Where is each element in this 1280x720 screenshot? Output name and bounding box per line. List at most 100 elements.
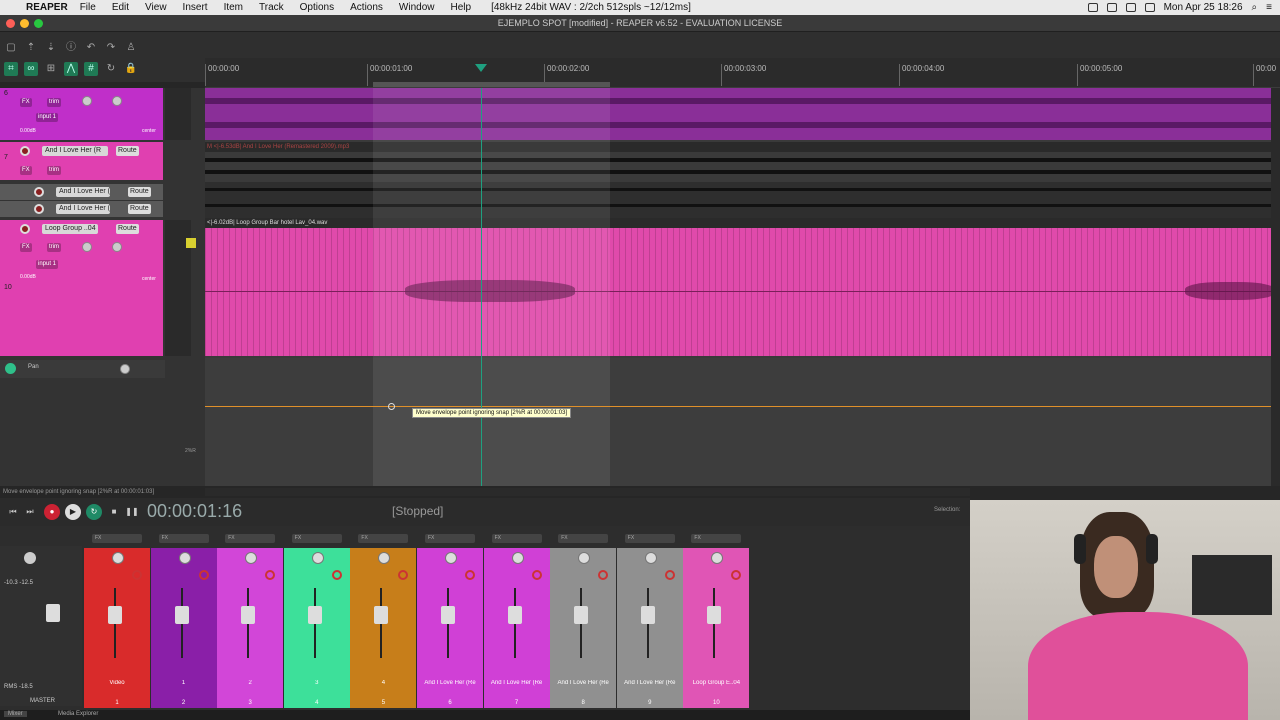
envelope-lane[interactable] xyxy=(205,358,1271,486)
fx-slot[interactable]: FX xyxy=(691,534,742,543)
record-arm-button[interactable] xyxy=(731,570,742,580)
route-button[interactable]: Route xyxy=(116,146,139,156)
volume-fader[interactable] xyxy=(507,606,522,624)
menu-help[interactable]: Help xyxy=(451,2,472,13)
track-name[interactable]: Loop Group ..04 xyxy=(42,224,98,234)
volume-fader[interactable] xyxy=(374,606,389,624)
pan-knob[interactable] xyxy=(445,552,457,564)
app-menu[interactable]: REAPER xyxy=(26,2,68,13)
pan-knob[interactable] xyxy=(178,552,191,564)
menu-actions[interactable]: Actions xyxy=(350,2,383,13)
track-6-lane[interactable] xyxy=(205,88,1271,140)
minimize-icon[interactable] xyxy=(20,19,29,28)
mixer-strip[interactable]: And I Love Her (Re xyxy=(550,548,617,698)
pan-knob[interactable] xyxy=(112,96,122,106)
strip-name[interactable]: And I Love Her (Re xyxy=(617,680,683,686)
pan-envelope-line[interactable] xyxy=(205,406,1271,407)
record-arm-button[interactable] xyxy=(20,224,30,234)
input-select[interactable]: input 1 xyxy=(36,113,59,122)
track-7-item-header[interactable]: M <|-6.53dB| And I Love Her (Remastered … xyxy=(205,142,1271,152)
volume-fader[interactable] xyxy=(307,606,322,624)
settings-icon[interactable]: ⓘ xyxy=(64,41,78,55)
mixer-strip[interactable]: 2 xyxy=(217,548,284,698)
strip-name[interactable]: 2 xyxy=(217,680,283,686)
clock[interactable]: Mon Apr 25 18:26 xyxy=(1164,2,1243,13)
fx-slot[interactable]: FX xyxy=(624,534,675,543)
menu-edit[interactable]: Edit xyxy=(112,2,129,13)
envelope-lane-header[interactable]: Pan xyxy=(0,360,165,378)
status-icon[interactable] xyxy=(1087,3,1098,12)
mixer-strip[interactable]: 3 xyxy=(283,548,350,698)
strip-name[interactable]: 3 xyxy=(284,680,350,686)
pan-knob[interactable] xyxy=(511,552,524,564)
record-arm-button[interactable] xyxy=(198,570,209,580)
tab-media-explorer[interactable]: Media Explorer xyxy=(54,711,102,717)
strip-name[interactable]: And I Love Her (Re xyxy=(417,680,483,686)
pan-knob[interactable] xyxy=(112,552,124,564)
go-start-icon[interactable]: ⏮ xyxy=(5,504,21,520)
play-button[interactable]: ▶ xyxy=(65,504,81,520)
track-name[interactable]: And I Love Her (R xyxy=(56,204,110,214)
repeat-button[interactable]: ↻ xyxy=(86,504,102,520)
volume-fader[interactable] xyxy=(574,606,589,624)
track-7-lane[interactable] xyxy=(205,152,1271,180)
volume-fader[interactable] xyxy=(441,606,455,624)
status-icon[interactable] xyxy=(1106,3,1117,12)
record-arm-button[interactable] xyxy=(34,204,44,214)
redo-icon[interactable]: ↷ xyxy=(104,41,118,55)
go-end-icon[interactable]: ⏭ xyxy=(22,504,38,520)
strip-name[interactable]: Loop Group E..04 xyxy=(683,680,749,686)
strip-name[interactable]: And I Love Her (Re xyxy=(550,680,616,686)
record-arm-button[interactable] xyxy=(598,570,609,580)
track-8-9-lanes[interactable] xyxy=(205,182,1271,218)
pan-knob[interactable] xyxy=(378,552,391,564)
fx-button[interactable]: FX xyxy=(20,98,32,107)
mixer-strip[interactable]: Loop Group E..04 xyxy=(683,548,750,698)
master-strip[interactable]: -10.3 -12.5 RMS -18.5 MASTER xyxy=(0,546,82,706)
mixer-strip[interactable]: And I Love Her (Re xyxy=(483,548,550,698)
open-project-icon[interactable]: ⇡ xyxy=(24,41,38,55)
envelope-bypass-icon[interactable] xyxy=(5,363,16,374)
strip-name[interactable]: 4 xyxy=(350,680,416,686)
menu-insert[interactable]: Insert xyxy=(183,2,208,13)
battery-icon[interactable] xyxy=(1144,3,1155,12)
arrange-view[interactable]: M <|-6.53dB| And I Love Her (Remastered … xyxy=(205,88,1271,486)
volume-knob[interactable] xyxy=(82,242,92,252)
automation-mode-button[interactable]: trim xyxy=(47,243,61,252)
menu-item[interactable]: Item xyxy=(224,2,243,13)
volume-fader[interactable] xyxy=(640,606,655,624)
record-arm-button[interactable] xyxy=(132,570,142,580)
mixer-strip[interactable]: And I Love Her (Re xyxy=(417,548,483,698)
pause-button[interactable]: ❚❚ xyxy=(124,504,140,520)
menu-track[interactable]: Track xyxy=(259,2,284,13)
stop-button[interactable]: ■ xyxy=(106,504,122,520)
track-9-header[interactable]: And I Love Her (R Route xyxy=(0,201,163,217)
timeline-ruler[interactable]: 00:00:00 00:00:01:00 00:00:02:00 00:00:0… xyxy=(205,58,1280,88)
volume-fader[interactable] xyxy=(108,606,122,624)
solo-indicator[interactable] xyxy=(186,238,196,248)
fx-slot[interactable]: FX xyxy=(358,534,409,543)
pan-knob[interactable] xyxy=(578,552,591,564)
track-10-item-header[interactable]: <|-6.02dB| Loop Group Bar hotel Lav_04.w… xyxy=(205,218,1271,228)
save-project-icon[interactable]: ⇣ xyxy=(44,41,58,55)
playhead-marker[interactable] xyxy=(475,64,487,72)
record-arm-button[interactable] xyxy=(34,187,44,197)
volume-knob[interactable] xyxy=(82,96,92,106)
lock-icon[interactable]: 🔒 xyxy=(124,62,138,76)
pan-knob[interactable] xyxy=(644,552,657,564)
loop-icon[interactable]: ↻ xyxy=(104,62,118,76)
vertical-scrollbar[interactable] xyxy=(1271,88,1280,486)
fx-slot[interactable]: FX xyxy=(158,534,209,543)
menu-file[interactable]: File xyxy=(80,2,96,13)
master-fader[interactable] xyxy=(46,604,60,622)
volume-fader[interactable] xyxy=(241,606,256,624)
route-button[interactable]: Route xyxy=(128,204,151,214)
pan-knob[interactable] xyxy=(311,552,324,564)
record-arm-button[interactable] xyxy=(465,570,475,580)
envelope-value-knob[interactable] xyxy=(120,364,130,374)
mixer-strip[interactable]: 4 xyxy=(350,548,417,698)
mixer-strip[interactable]: And I Love Her (Re xyxy=(616,548,683,698)
zoom-icon[interactable] xyxy=(34,19,43,28)
record-button[interactable]: ● xyxy=(44,504,60,520)
record-arm-button[interactable] xyxy=(398,570,409,580)
